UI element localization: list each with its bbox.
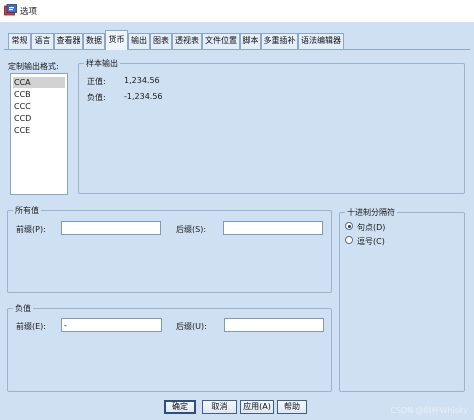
list-item[interactable]: CCC — [13, 101, 65, 112]
negative-prefix-input[interactable] — [61, 318, 162, 332]
apply-button[interactable]: 应用(A) — [240, 400, 274, 414]
list-item[interactable]: CCB — [13, 89, 65, 100]
period-radio[interactable] — [345, 222, 353, 230]
tab-syntax-editor[interactable]: 语法编辑器 — [298, 33, 344, 49]
tab-language[interactable]: 语言 — [31, 33, 54, 49]
sample-output-label: 样本输出 — [84, 58, 120, 69]
all-prefix-input[interactable] — [61, 221, 161, 235]
tab-scripts[interactable]: 脚本 — [240, 33, 261, 49]
watermark: CSDN @倒杯Whisky — [390, 406, 468, 415]
positive-label: 正值: — [87, 77, 106, 86]
negative-prefix-label: 前缀(E): — [16, 322, 46, 331]
all-values-label: 所有值 — [13, 205, 41, 216]
tab-general[interactable]: 常规 — [8, 33, 31, 49]
all-suffix-label: 后缀(S): — [176, 225, 207, 234]
tab-data[interactable]: 数据 — [83, 33, 105, 49]
negative-label: 负值: — [87, 93, 106, 102]
period-radio-label[interactable]: 句点(D) — [357, 222, 385, 233]
list-item[interactable]: CCE — [13, 125, 65, 136]
tab-file-locations[interactable]: 文件位置 — [202, 33, 240, 49]
tab-output[interactable]: 输出 — [128, 33, 150, 49]
negative-suffix-label: 后缀(U): — [176, 322, 207, 331]
custom-format-label: 定制输出格式: — [8, 62, 59, 71]
all-suffix-input[interactable] — [223, 221, 323, 235]
cancel-button[interactable]: 取消 — [202, 400, 237, 414]
all-prefix-label: 前缀(P): — [16, 225, 46, 234]
window-title: 选项 — [20, 7, 38, 17]
tab-currency[interactable]: 货币 — [105, 30, 128, 50]
decimal-separator-label: 十进制分隔符 — [345, 207, 397, 218]
tab-multiple-imputation[interactable]: 多重插补 — [261, 33, 298, 49]
comma-radio-label[interactable]: 逗号(C) — [357, 236, 385, 247]
positive-value: 1,234.56 — [124, 76, 160, 85]
ok-button[interactable]: 确定 — [164, 400, 196, 414]
negative-values-label: 负值 — [13, 303, 33, 314]
custom-format-list[interactable]: CCA CCB CCC CCD CCE — [10, 73, 68, 195]
list-item[interactable]: CCD — [13, 113, 65, 124]
comma-radio[interactable] — [345, 236, 353, 244]
negative-value: -1,234.56 — [124, 92, 163, 101]
negative-suffix-input[interactable] — [224, 318, 324, 332]
help-button[interactable]: 帮助 — [277, 400, 307, 414]
tab-viewer[interactable]: 查看器 — [54, 33, 83, 49]
tab-charts[interactable]: 图表 — [150, 33, 172, 49]
app-icon — [4, 4, 17, 16]
tab-pivot-tables[interactable]: 透视表 — [172, 33, 202, 49]
title-bar: 选项 — [0, 0, 474, 22]
tab-strip-divider — [4, 49, 470, 50]
list-item[interactable]: CCA — [13, 77, 65, 88]
